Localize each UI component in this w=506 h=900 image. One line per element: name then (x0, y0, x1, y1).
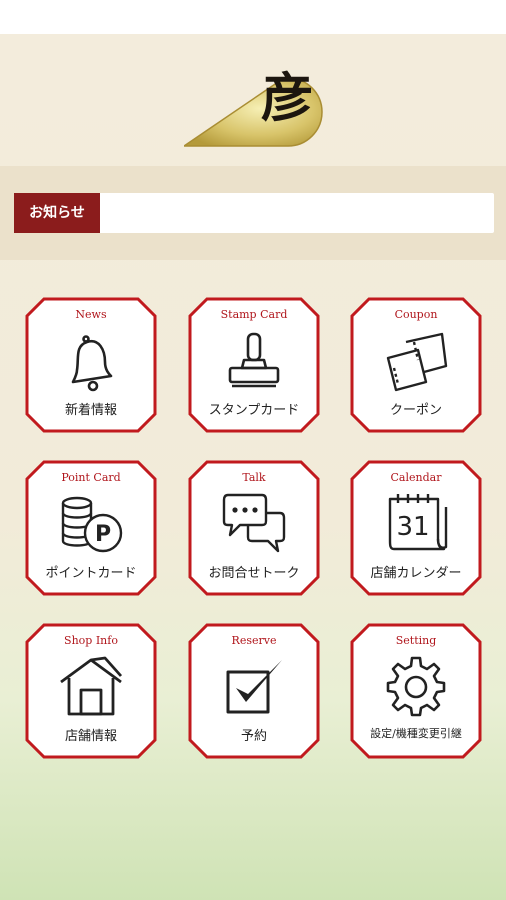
checkbox-icon (226, 660, 282, 714)
menu-label-jp: 予約 (240, 729, 267, 744)
menu-label-en: Talk (242, 471, 266, 484)
stamp-icon (228, 332, 280, 388)
chat-bubbles-icon (222, 493, 286, 553)
menu-tile-shop-info[interactable]: Shop Info 店舗情報 (24, 622, 158, 760)
calendar-icon: 31 (388, 494, 448, 551)
menu-label-en: Point Card (61, 471, 121, 484)
menu-label-jp: 店舗情報 (64, 729, 117, 744)
logo-glyph: 彦 (260, 68, 313, 129)
menu-label-jp: お問合せトーク (208, 566, 300, 581)
menu-label-jp: スタンプカード (208, 403, 300, 418)
menu-label-jp: クーポン (389, 403, 442, 418)
menu-tile-point-card[interactable]: Point Card P ポイントカード (24, 459, 158, 597)
menu-label-en: Shop Info (64, 634, 118, 647)
menu-label-en: Stamp Card (220, 308, 288, 321)
menu-tile-setting[interactable]: Setting 設定/機種変更引継 (349, 622, 483, 760)
menu-label-jp: ポイントカード (45, 566, 137, 581)
menu-label-en: Coupon (394, 308, 438, 321)
menu-tile-talk[interactable]: Talk お問合せトーク (187, 459, 321, 597)
bell-icon (71, 335, 113, 392)
news-label: お知らせ (14, 193, 100, 233)
house-icon (60, 656, 123, 716)
menu-tile-news[interactable]: News 新着情報 (24, 296, 158, 434)
coupon-icon (386, 332, 448, 392)
menu-tile-calendar[interactable]: Calendar 31 店舗カレンダー (349, 459, 483, 597)
menu-label-en: Calendar (390, 471, 442, 484)
gear-icon (386, 656, 446, 717)
header: 彦 (0, 34, 506, 166)
menu-tile-stamp-card[interactable]: Stamp Card スタンプカード (187, 296, 321, 434)
menu-label-en: Reserve (231, 634, 277, 647)
news-ticker[interactable]: お知らせ (14, 193, 494, 233)
menu-label-en: News (75, 308, 107, 321)
coins-icon: P (61, 496, 123, 553)
menu-tile-reserve[interactable]: Reserve 予約 (187, 622, 321, 760)
menu-label-en: Setting (395, 634, 437, 647)
menu-label-jp: 店舗カレンダー (370, 566, 462, 581)
calendar-day: 31 (396, 512, 429, 542)
svg-text:P: P (95, 522, 111, 547)
menu-label-jp: 新着情報 (64, 403, 117, 418)
menu-tile-coupon[interactable]: Coupon クーポン (349, 296, 483, 434)
menu-label-jp: 設定/機種変更引継 (370, 727, 462, 740)
